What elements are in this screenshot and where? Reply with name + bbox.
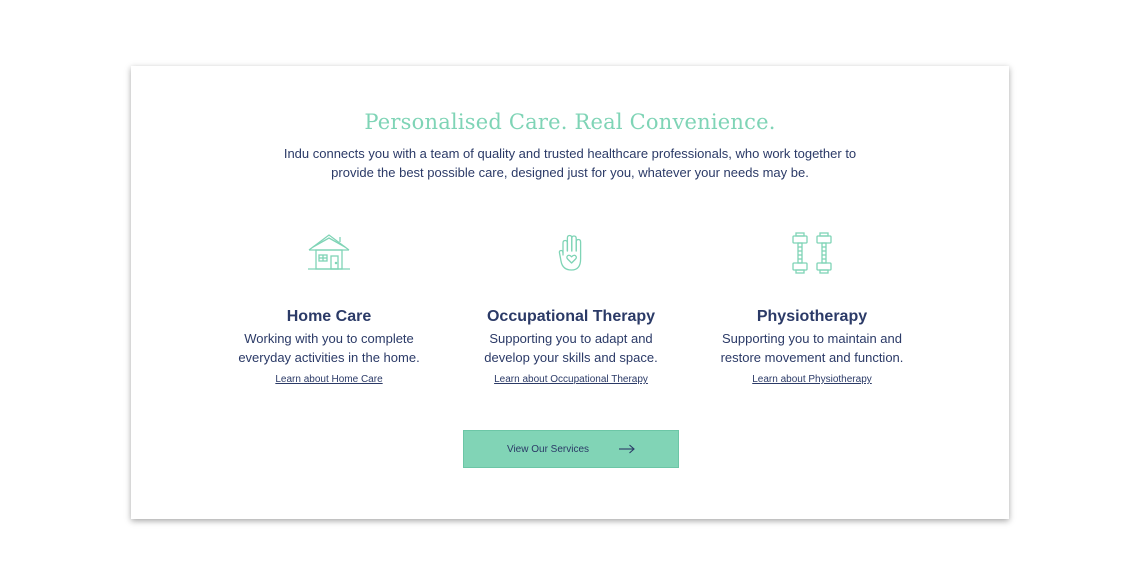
service-title: Occupational Therapy [486,308,656,325]
learn-home-care-link[interactable]: Learn about Home Care [275,374,382,385]
dumbbells-icon [792,232,832,274]
learn-occupational-therapy-link[interactable]: Learn about Occupational Therapy [494,374,648,385]
service-physiotherapy: Physiotherapy Supporting you to maintain… [692,231,932,387]
house-icon [308,234,350,270]
service-home-care: Home Care Working with you to complete e… [209,231,449,387]
service-description: Supporting you to maintain and restore m… [720,331,904,365]
service-description: Working with you to complete everyday ac… [238,331,420,365]
view-services-button[interactable]: View Our Services [463,430,679,468]
learn-physiotherapy-link[interactable]: Learn about Physiotherapy [752,374,872,385]
hand-heart-icon [558,234,582,271]
services-card: Personalised Care. Real Convenience. Ind… [131,66,1009,519]
service-title: Home Care [286,308,372,325]
arrow-right-icon [619,444,635,454]
service-title: Physiotherapy [756,308,868,325]
section-intro: Indu connects you with a team of quality… [283,146,857,180]
service-description: Supporting you to adapt and develop your… [484,331,658,365]
section-title: Personalised Care. Real Convenience. [364,110,776,134]
service-occupational-therapy: Occupational Therapy Supporting you to a… [451,231,691,387]
view-services-label: View Our Services [506,443,590,455]
